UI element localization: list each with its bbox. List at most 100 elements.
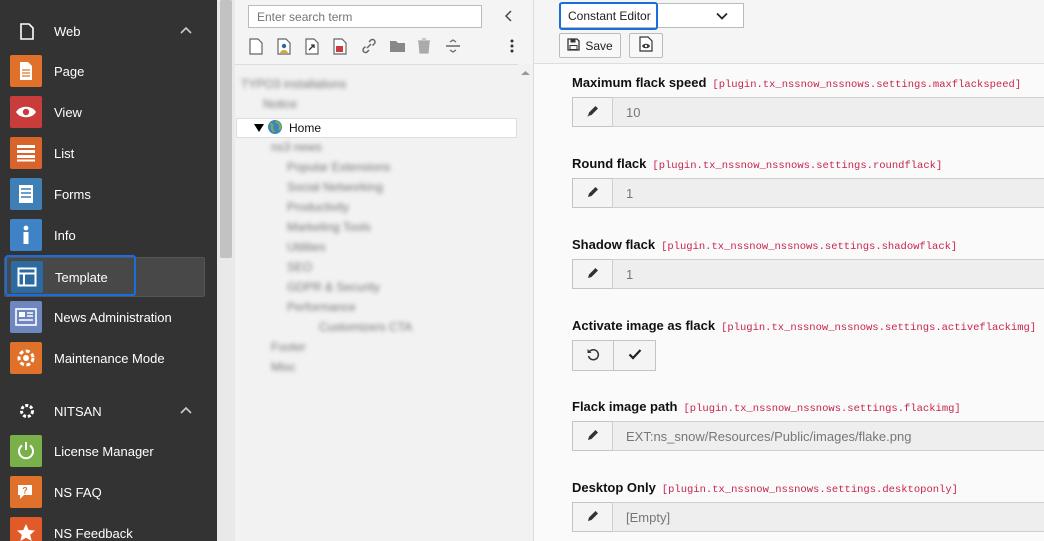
- tree-node[interactable]: Footer: [271, 340, 306, 358]
- tree-node[interactable]: Productivity: [287, 200, 349, 218]
- setting-shadow-flack: Shadow flack [plugin.tx_nssnow_nssnows.se…: [534, 226, 1044, 308]
- save-button[interactable]: Save: [559, 33, 621, 58]
- module-news-administration[interactable]: News Administration: [4, 298, 203, 336]
- floppy-disk-icon: [567, 37, 580, 54]
- forms-icon: [10, 178, 42, 210]
- tree-node-label: Productivity: [287, 200, 350, 214]
- setting-title: Shadow flack [plugin.tx_nssnow_nssnows.se…: [572, 237, 957, 253]
- module-ns-faq[interactable]: ? NS FAQ: [4, 473, 203, 511]
- module-ns-feedback[interactable]: NS Feedback: [4, 514, 203, 541]
- module-label: News Administration: [54, 309, 172, 325]
- tree-node[interactable]: SEO: [287, 260, 312, 278]
- group-label: Web: [54, 23, 81, 39]
- group-nitsan[interactable]: NITSAN: [0, 396, 217, 426]
- setting-activate-image-as-flack: Activate image as flack [plugin.tx_nssnow…: [534, 307, 1044, 389]
- module-list[interactable]: List: [4, 134, 203, 172]
- constant-editor-form: Maximum flack speed [plugin.tx_nssnow_nss…: [534, 64, 1044, 541]
- globe-icon: [267, 119, 283, 138]
- setting-title: Flack image path [plugin.tx_nssnow_nssnow…: [572, 399, 961, 415]
- list-icon: [10, 137, 42, 169]
- setting-value-field[interactable]: [Empty]: [612, 502, 1044, 532]
- chevron-left-icon[interactable]: [502, 8, 516, 24]
- module-license-manager[interactable]: License Manager: [4, 432, 203, 470]
- tree-search-input[interactable]: [248, 5, 482, 28]
- tree-node-label: SEO: [287, 260, 313, 274]
- tree-node[interactable]: Utilities: [287, 240, 326, 258]
- module-label: Template: [55, 269, 108, 285]
- svg-text:?: ?: [22, 486, 28, 496]
- tree-node[interactable]: Customizers CTA: [319, 320, 412, 338]
- folder-icon[interactable]: [389, 38, 405, 56]
- module-page[interactable]: Page: [4, 52, 203, 90]
- sidebar-scrollbar-thumb[interactable]: [220, 0, 232, 258]
- setting-title-text: Desktop Only: [572, 480, 656, 495]
- chevron-down-icon: [715, 9, 729, 23]
- setting-desktop-only: Desktop Only [plugin.tx_nssnow_nssnows.se…: [534, 469, 1044, 541]
- tree-node[interactable]: TYPO3 installations: [241, 77, 346, 95]
- reset-button[interactable]: [572, 340, 614, 371]
- setting-key: [plugin.tx_nssnow_nssnows.settings.shado…: [661, 241, 958, 253]
- setting-value-field[interactable]: 10: [612, 97, 1044, 127]
- setting-key: [plugin.tx_nssnow_nssnows.settings.round…: [652, 160, 943, 172]
- setting-round-flack: Round flack [plugin.tx_nssnow_nssnows.set…: [534, 145, 1044, 227]
- eye-icon: [10, 96, 42, 128]
- power-icon: [10, 435, 42, 467]
- edit-button[interactable]: [572, 97, 613, 127]
- more-options-icon[interactable]: [509, 38, 525, 56]
- setting-value-field[interactable]: 1: [612, 259, 1044, 289]
- group-web[interactable]: Web: [0, 16, 217, 46]
- edit-button[interactable]: [572, 421, 613, 451]
- chevron-up-icon: [179, 404, 193, 418]
- checkbox-toggle[interactable]: [613, 340, 656, 371]
- page-icon: [18, 22, 36, 40]
- tree-node[interactable]: Marketing Tools: [287, 220, 371, 238]
- pencil-icon: [586, 428, 600, 445]
- page-shortcut-icon[interactable]: [305, 38, 321, 56]
- setting-title-text: Shadow flack: [572, 237, 656, 252]
- tree-node-home[interactable]: Home: [236, 118, 517, 138]
- pencil-icon: [586, 266, 600, 283]
- edit-button[interactable]: [572, 259, 613, 289]
- new-page-icon[interactable]: [249, 38, 265, 56]
- tree-node-label: ns3 news: [271, 140, 322, 154]
- edit-button[interactable]: [572, 502, 613, 532]
- setting-key: [plugin.tx_nssnow_nssnows.settings.activ…: [721, 322, 1037, 334]
- pencil-icon: [586, 185, 600, 202]
- group-label: NITSAN: [54, 403, 102, 419]
- tree-node[interactable]: Notice: [263, 97, 297, 115]
- module-label: Info: [54, 227, 76, 243]
- setting-value-field[interactable]: EXT:ns_snow/Resources/Public/images/flak…: [612, 421, 1044, 451]
- template-icon: [11, 261, 43, 293]
- tree-node[interactable]: GDPR & Security: [287, 280, 380, 298]
- tree-node[interactable]: Popular Extensions: [287, 160, 390, 178]
- page-user-icon[interactable]: [277, 38, 293, 56]
- divider-icon[interactable]: [445, 38, 461, 56]
- checkmark-icon: [628, 348, 642, 363]
- tree-node[interactable]: ns3 news: [271, 140, 322, 158]
- page-module-icon: [10, 55, 42, 87]
- module-forms[interactable]: Forms: [4, 175, 203, 213]
- view-page-button[interactable]: [629, 33, 663, 58]
- tree-node-label: Home: [289, 121, 322, 135]
- module-label: License Manager: [54, 443, 154, 459]
- module-template[interactable]: Template: [4, 257, 205, 297]
- chevron-up-icon: [179, 24, 193, 38]
- news-icon: [10, 301, 42, 333]
- expand-triangle-icon[interactable]: [254, 121, 264, 136]
- module-info[interactable]: Info: [4, 216, 203, 254]
- tree-node[interactable]: Performance: [287, 300, 356, 318]
- setting-key: [plugin.tx_nssnow_nssnows.settings.maxfl…: [712, 79, 1022, 91]
- link-icon[interactable]: [361, 38, 377, 56]
- page-mountpoint-icon[interactable]: [333, 38, 349, 56]
- setting-title-text: Maximum flack speed: [572, 75, 707, 90]
- edit-button[interactable]: [572, 178, 613, 208]
- setting-value-field[interactable]: 1: [612, 178, 1044, 208]
- function-select[interactable]: Constant Editor: [559, 3, 744, 28]
- tree-node-label: Footer: [271, 340, 306, 354]
- tree-node[interactable]: Misc: [271, 360, 296, 378]
- tree-node[interactable]: Social Networking: [287, 180, 383, 198]
- trash-icon[interactable]: [417, 38, 433, 56]
- tree-scrollbar[interactable]: [518, 64, 533, 541]
- module-maintenance-mode[interactable]: Maintenance Mode: [4, 339, 203, 377]
- module-view[interactable]: View: [4, 93, 203, 131]
